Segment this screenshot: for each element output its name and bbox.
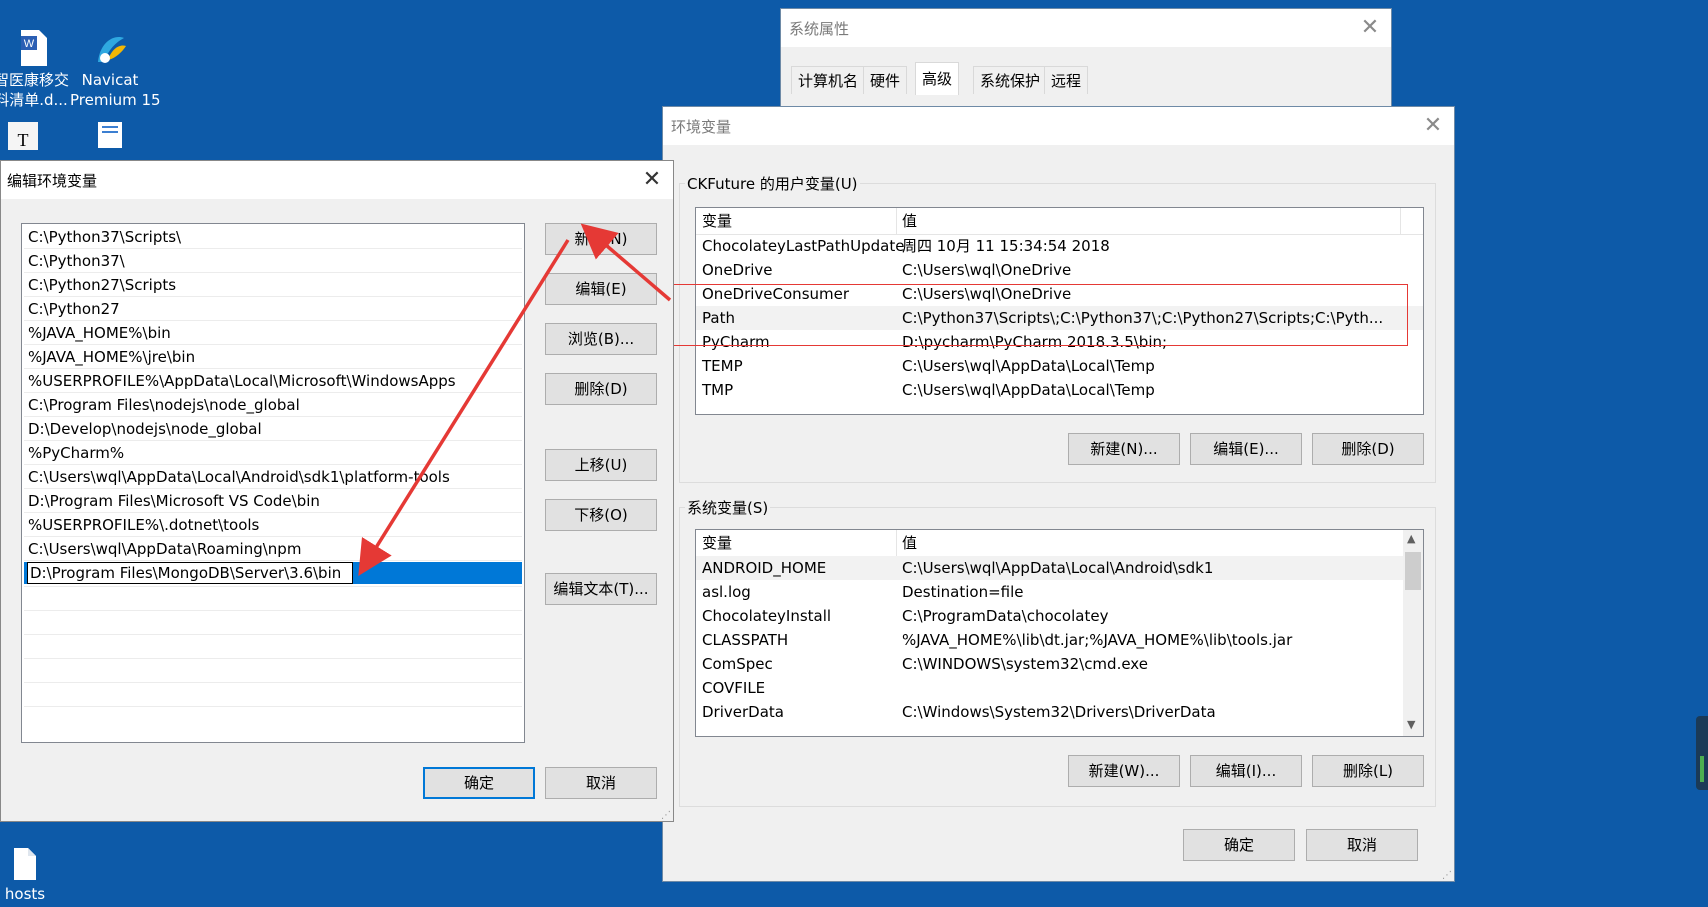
arrow-to-new-button — [580, 223, 672, 302]
side-widget[interactable] — [1696, 716, 1708, 790]
arrow-to-new-entry — [358, 239, 570, 576]
annotation-arrows — [358, 223, 672, 576]
